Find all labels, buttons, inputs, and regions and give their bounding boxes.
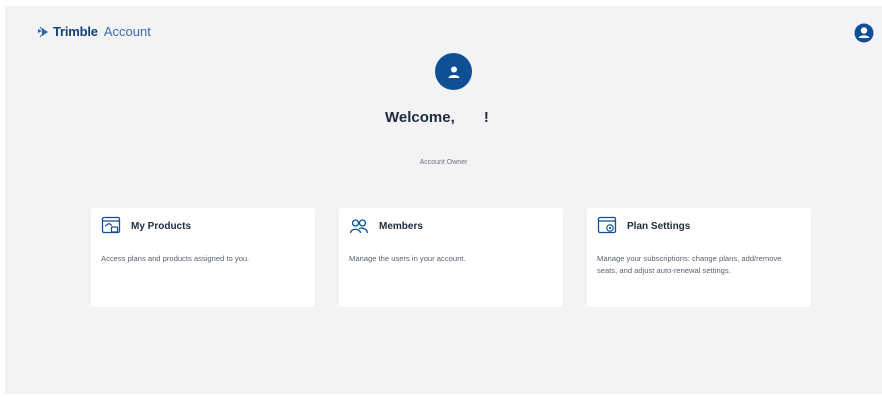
user-avatar-icon bbox=[448, 66, 459, 78]
card-members[interactable]: Members Manage the users in your account… bbox=[339, 208, 563, 307]
card-description: Manage your subscriptions: change plans,… bbox=[597, 254, 782, 275]
card-description: Manage the users in your account. bbox=[349, 254, 466, 263]
role-label: Account Owner bbox=[419, 159, 468, 166]
card-description: Access plans and products assigned to yo… bbox=[101, 254, 250, 263]
plan-settings-icon bbox=[597, 216, 617, 234]
card-title: Plan Settings bbox=[627, 220, 691, 232]
brand-product: Account bbox=[103, 24, 151, 39]
card-plan-settings[interactable]: Plan Settings Manage your subscriptions:… bbox=[587, 208, 811, 307]
card-title: Members bbox=[379, 220, 423, 232]
page: Trimble Account Welcome, ! Account Owner… bbox=[5, 6, 882, 394]
trimble-logo-icon bbox=[38, 26, 48, 37]
card-title: My Products bbox=[131, 220, 192, 232]
brand-logo[interactable]: Trimble Account bbox=[37, 24, 151, 39]
avatar bbox=[435, 53, 472, 90]
members-icon bbox=[349, 219, 369, 234]
card-my-products[interactable]: My Products Access plans and products as… bbox=[91, 208, 315, 307]
user-profile-icon[interactable] bbox=[854, 23, 874, 43]
products-icon bbox=[101, 216, 121, 234]
welcome-heading: Welcome, ! bbox=[385, 109, 489, 126]
brand-name: Trimble bbox=[53, 24, 98, 39]
